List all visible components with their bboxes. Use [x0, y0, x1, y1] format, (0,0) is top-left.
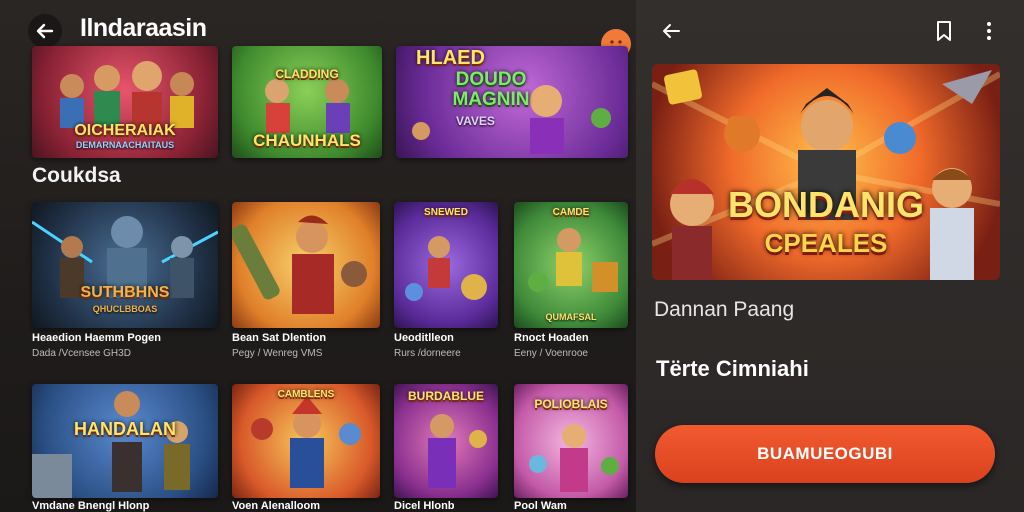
tile-title: CHAUNHALS [253, 131, 361, 151]
tile-title: POLIOBLAIS [534, 397, 608, 411]
game-title: Bean Sat Dlention [232, 332, 327, 344]
tile-top-label: CAMBLENS [277, 389, 335, 400]
game-title: Voen Alenalloom [232, 500, 321, 512]
game-title: Dicel Hlonb [394, 500, 455, 512]
back-button[interactable] [660, 20, 682, 47]
play-button[interactable]: BUAMUEOGUBI [655, 425, 995, 483]
game-title: Pool Wam [514, 500, 567, 512]
tile-title: HANDALAN [74, 419, 176, 439]
game-tile-5[interactable]: HANDALAN [32, 384, 218, 498]
bookmark-button[interactable] [934, 20, 954, 47]
game-tile-8[interactable]: POLIOBLAIS [514, 384, 628, 498]
game-tile-6[interactable]: CAMBLENS [232, 384, 380, 498]
game-title: Ueoditlleon [394, 332, 454, 344]
app-title: Ilndaraasin [80, 14, 207, 42]
characters-art [405, 236, 487, 301]
characters-art [32, 391, 190, 498]
characters-art [232, 215, 367, 314]
game-browser-panel: Ilndaraasin OICHERAIAK DEMARNAACHAITAUS … [0, 0, 636, 512]
section-title: Coukdsa [32, 164, 121, 187]
arrow-left-icon [36, 23, 54, 39]
bookmark-icon [937, 21, 951, 41]
tile-top-label: CAMDE [552, 207, 590, 218]
tile-subtitle: DEMARNAACHAITAUS [75, 140, 175, 150]
game-tile-4[interactable]: CAMDE QUMAFSAL [514, 202, 628, 328]
hero-subtitle: CPEALES [764, 228, 888, 258]
tile-title: OICHERAIAK [74, 122, 176, 140]
tile-subtitle: QHUCLBBOAS [92, 304, 158, 314]
game-title: Rnoct Hoaden [514, 332, 589, 344]
featured-tile-3[interactable]: HLAED DOUDO MAGNIN VAVES [396, 46, 628, 158]
hero-title: BONDANIG [728, 184, 924, 225]
back-button[interactable] [28, 14, 62, 48]
game-tile-7[interactable]: BURDABLUE [394, 384, 498, 498]
more-options-button[interactable] [982, 20, 996, 47]
tile-title: BURDABLUE [408, 389, 484, 403]
game-subtitle: Tërte Cimniahi [656, 356, 809, 381]
game-hero-image: BONDANIG CPEALES [652, 64, 1000, 280]
tile-subtitle: QUMAFSAL [545, 312, 597, 322]
game-tile-1[interactable]: SUTHBHNS QHUCLBBOAS [32, 202, 218, 328]
game-tile-2[interactable] [232, 202, 380, 328]
characters-art [528, 228, 618, 292]
tile-title: SUTHBHNS [80, 284, 170, 302]
tile-subtitle: VAVES [456, 114, 495, 128]
game-name: Dannan Paang [654, 298, 795, 321]
tile-title: DOUDO MAGNIN [452, 69, 530, 110]
game-meta: Dada /Vcensee GH3D [32, 348, 131, 359]
featured-tile-1[interactable]: OICHERAIAK DEMARNAACHAITAUS [32, 46, 218, 158]
characters-art [251, 396, 361, 488]
game-meta: Eeny / Voenrooe [514, 348, 588, 359]
game-meta: Pegy / Wenreg VMS [232, 348, 323, 359]
tile-top-label: SNEWED [424, 207, 468, 218]
tile-top-label: CLADDING [275, 67, 339, 81]
arrow-left-icon [663, 24, 680, 38]
tile-top-label: HLAED [416, 47, 485, 69]
more-vertical-icon [987, 22, 991, 40]
featured-tile-2[interactable]: CLADDING CHAUNHALS [232, 46, 382, 158]
game-tile-3[interactable]: SNEWED [394, 202, 498, 328]
game-title: Vmdane Bnengl Hlonp [32, 500, 150, 512]
game-title: Heaedion Haemm Pogen [32, 332, 161, 344]
game-meta: Rurs /dorneere [394, 348, 461, 359]
